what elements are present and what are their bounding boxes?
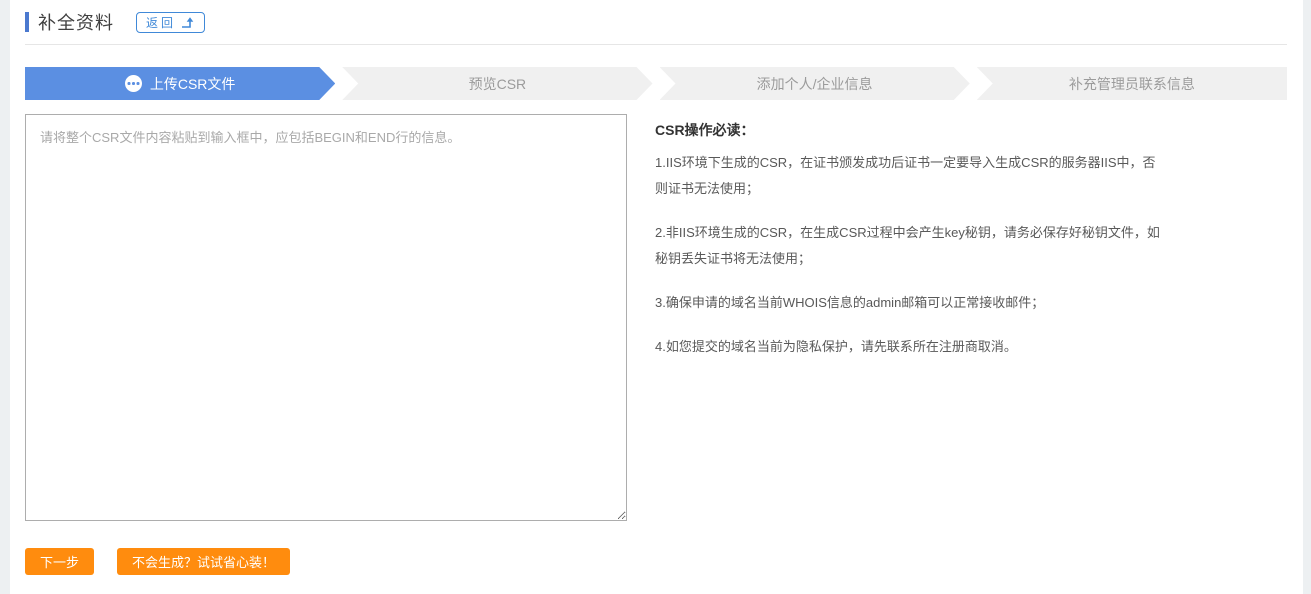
next-step-button[interactable]: 下一步 — [25, 548, 94, 575]
csr-notice: CSR操作必读： 1.IIS环境下生成的CSR，在证书颁发成功后证书一定要导入生… — [655, 114, 1167, 378]
page-header: 补全资料 返回 — [25, 0, 1287, 45]
ellipsis-icon — [125, 75, 142, 92]
csr-input[interactable] — [25, 114, 627, 521]
main-content: CSR操作必读： 1.IIS环境下生成的CSR，在证书颁发成功后证书一定要导入生… — [25, 114, 1287, 521]
content-panel: 补全资料 返回 上传CSR文件 预览CSR 添加个人/企业信息 补充管理员联系信息 C… — [10, 0, 1303, 594]
page-title: 补全资料 — [38, 9, 114, 35]
notice-list: 1.IIS环境下生成的CSR，在证书颁发成功后证书一定要导入生成CSR的服务器I… — [655, 150, 1167, 360]
footer-actions: 下一步 不会生成？试试省心装！ — [25, 548, 1287, 575]
title-accent-bar — [25, 12, 29, 32]
step-label: 补充管理员联系信息 — [1069, 74, 1195, 94]
step-2[interactable]: 预览CSR — [342, 67, 652, 100]
step-label: 预览CSR — [469, 74, 527, 94]
back-button-label: 返回 — [146, 14, 176, 31]
step-3[interactable]: 添加个人/企业信息 — [660, 67, 970, 100]
step-4[interactable]: 补充管理员联系信息 — [977, 67, 1287, 100]
back-button[interactable]: 返回 — [136, 12, 205, 33]
progress-stepper: 上传CSR文件 预览CSR 添加个人/企业信息 补充管理员联系信息 — [25, 67, 1287, 100]
notice-item-3: 3.确保申请的域名当前WHOIS信息的admin邮箱可以正常接收邮件； — [655, 290, 1167, 316]
notice-item-4: 4.如您提交的域名当前为隐私保护，请先联系所在注册商取消。 — [655, 334, 1167, 360]
notice-heading: CSR操作必读： — [655, 120, 1167, 140]
notice-item-1: 1.IIS环境下生成的CSR，在证书颁发成功后证书一定要导入生成CSR的服务器I… — [655, 150, 1167, 202]
easy-install-button[interactable]: 不会生成？试试省心装！ — [117, 548, 290, 575]
notice-item-2: 2.非IIS环境生成的CSR，在生成CSR过程中会产生key秘钥，请务必保存好秘… — [655, 220, 1167, 272]
step-label: 添加个人/企业信息 — [757, 74, 873, 94]
step-1[interactable]: 上传CSR文件 — [25, 67, 335, 100]
return-arrow-icon — [181, 16, 195, 29]
step-label: 上传CSR文件 — [150, 74, 236, 94]
